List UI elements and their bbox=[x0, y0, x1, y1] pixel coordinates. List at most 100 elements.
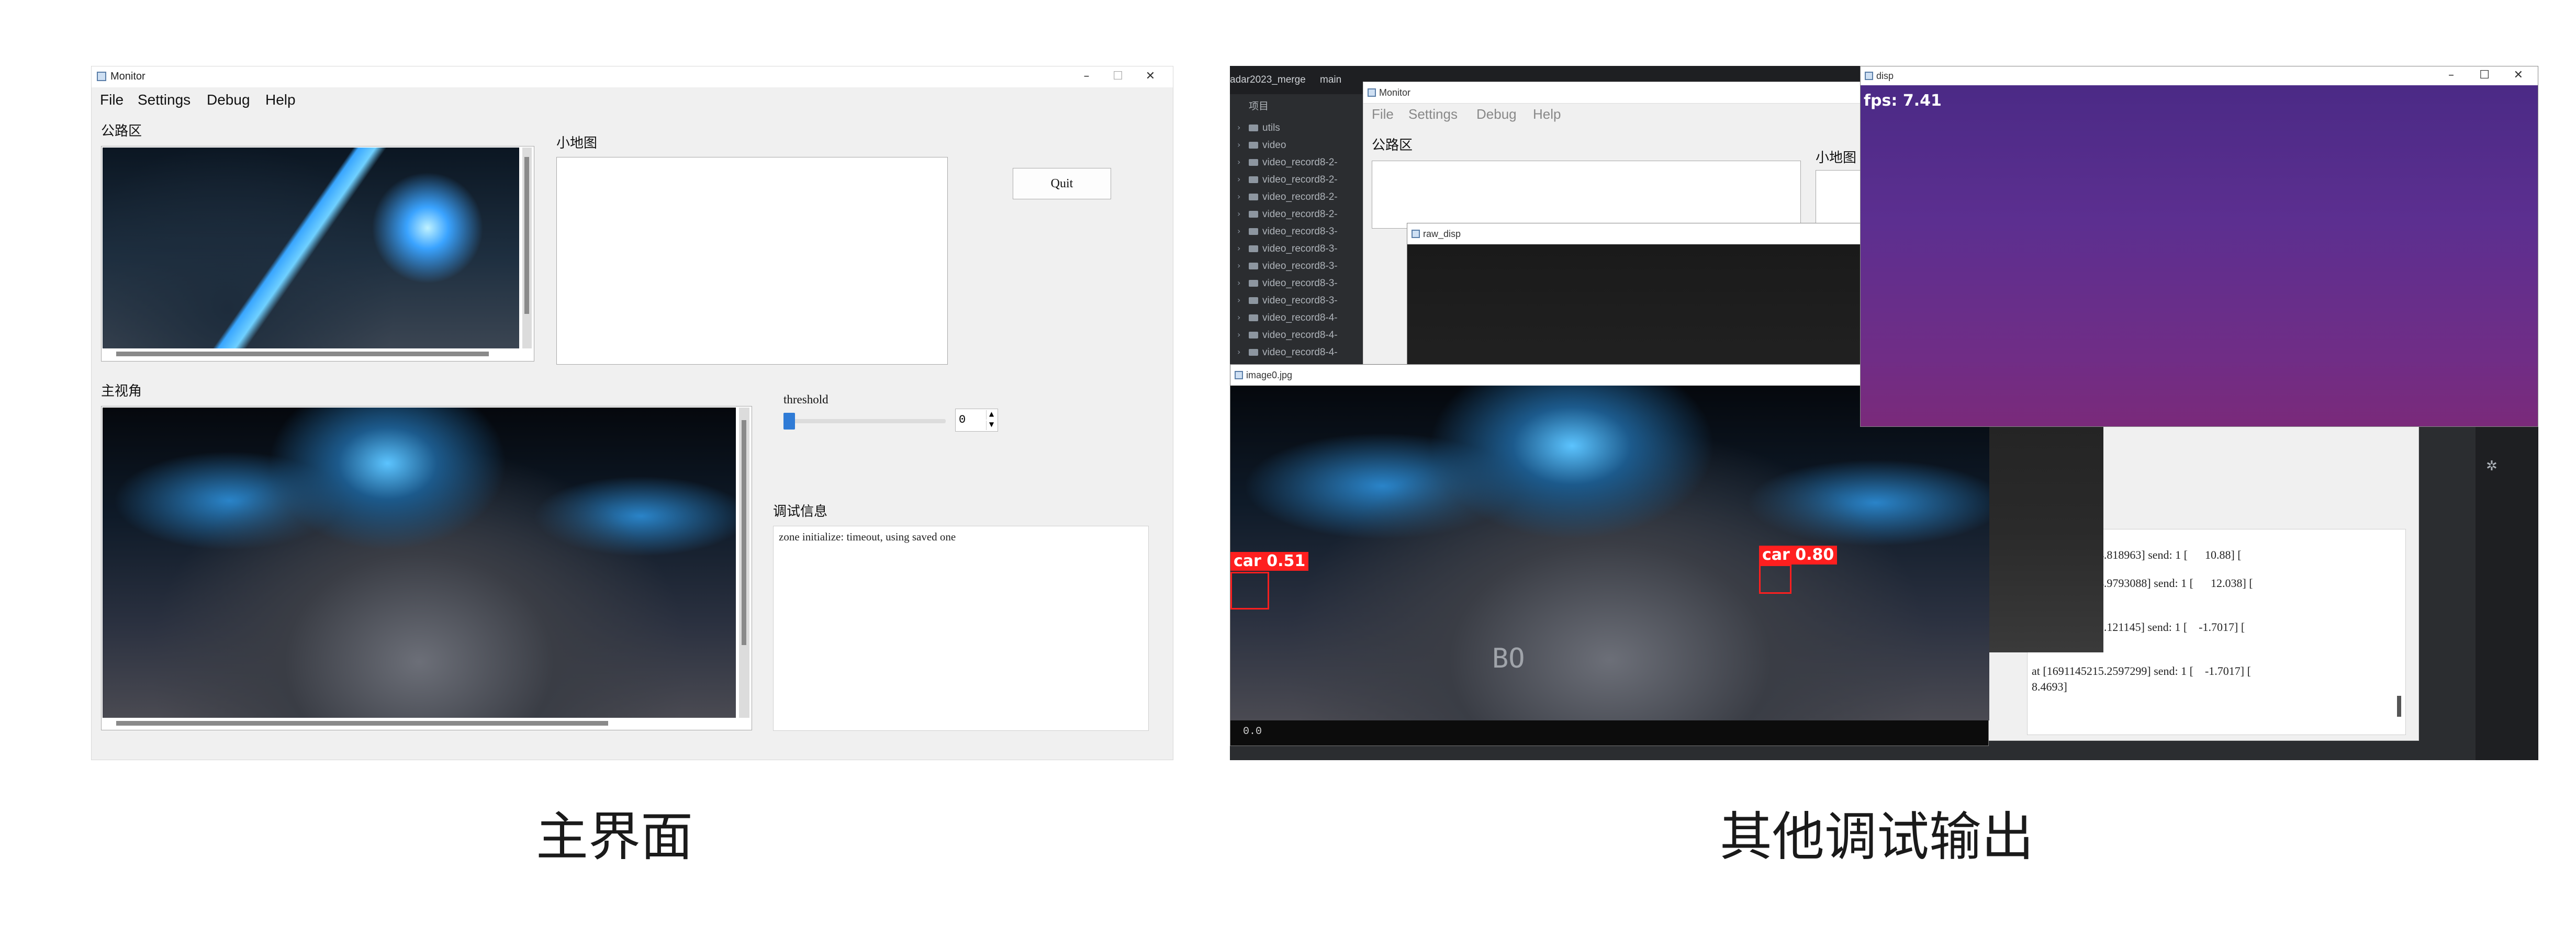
app-icon bbox=[1865, 72, 1873, 80]
tree-item[interactable]: › video_record8-3- bbox=[1237, 243, 1338, 260]
debug-output-composite: adar2023_merge main 项目 › utils › video › vide… bbox=[1230, 66, 2538, 760]
chevron-right-icon[interactable]: › bbox=[1237, 295, 1240, 305]
app-icon bbox=[1368, 88, 1376, 97]
monitor-window: Monitor – ☐ ✕ File Settings Debug Help 公… bbox=[91, 66, 1173, 760]
log-scroll-thumb[interactable] bbox=[2397, 696, 2401, 717]
main-view-label: 主视角 bbox=[101, 383, 142, 399]
tree-item[interactable]: › video bbox=[1237, 140, 1286, 156]
disp-title-bar: disp – ☐ ✕ bbox=[1861, 66, 2538, 86]
window-title: Monitor bbox=[110, 71, 145, 82]
minimap-label: 小地图 bbox=[1816, 150, 1857, 166]
tree-item-label: video_record8-3- bbox=[1262, 295, 1338, 306]
road-vscroll-thumb[interactable] bbox=[524, 157, 529, 314]
folder-icon bbox=[1249, 314, 1258, 322]
tree-item[interactable]: › video_record8-3- bbox=[1237, 226, 1338, 243]
det-score: 0.51 bbox=[1267, 552, 1306, 570]
road-area-label: 公路区 bbox=[101, 123, 142, 139]
tree-item[interactable]: › video_record8-4- bbox=[1237, 330, 1338, 346]
close-button[interactable]: ✕ bbox=[1143, 69, 1158, 84]
tree-item-label: video_record8-2- bbox=[1262, 157, 1338, 168]
tree-item[interactable]: › video_record8-4- bbox=[1237, 312, 1338, 329]
folder-icon bbox=[1249, 176, 1258, 184]
maximize-button[interactable]: ☐ bbox=[1110, 69, 1126, 84]
menu-debug[interactable]: Debug bbox=[207, 92, 250, 108]
maximize-button[interactable]: ☐ bbox=[2479, 69, 2490, 82]
menu-settings[interactable]: Settings bbox=[1408, 106, 1458, 122]
main-vertical-scrollbar[interactable] bbox=[739, 408, 749, 718]
minimap-label: 小地图 bbox=[556, 136, 598, 151]
tree-item[interactable]: › video_record8-2- bbox=[1237, 191, 1338, 208]
folder-icon bbox=[1249, 142, 1258, 149]
menu-debug[interactable]: Debug bbox=[1476, 106, 1517, 122]
close-button[interactable]: ✕ bbox=[2514, 69, 2523, 82]
chevron-right-icon[interactable]: › bbox=[1237, 226, 1240, 236]
threshold-spinbox[interactable]: 0 ▲ ▼ bbox=[955, 409, 998, 432]
road-hscroll-thumb[interactable] bbox=[116, 352, 489, 356]
quit-button[interactable]: Quit bbox=[1013, 168, 1111, 199]
debug-log-text: zone initialize: timeout, using saved on… bbox=[779, 530, 956, 543]
chevron-right-icon[interactable]: › bbox=[1237, 330, 1240, 340]
minimize-button[interactable]: – bbox=[1079, 69, 1094, 84]
folder-icon bbox=[1249, 297, 1258, 304]
folder-icon bbox=[1249, 280, 1258, 287]
folder-icon bbox=[1249, 228, 1258, 235]
chevron-right-icon[interactable]: › bbox=[1237, 312, 1240, 322]
log-line: at [1691145215.2597299] send: 1 [ -1.701… bbox=[2032, 664, 2251, 678]
det-class: car bbox=[1234, 552, 1261, 570]
tree-item[interactable]: › video_record8-2- bbox=[1237, 157, 1338, 174]
menu-file[interactable]: File bbox=[100, 92, 124, 108]
chevron-right-icon[interactable]: › bbox=[1237, 278, 1240, 288]
road-vertical-scrollbar[interactable] bbox=[522, 148, 532, 348]
gear-icon[interactable]: ✲ bbox=[2486, 458, 2497, 474]
tree-item[interactable]: › video_record8-4- bbox=[1237, 347, 1338, 364]
tree-item-label: video_record8-4- bbox=[1262, 330, 1338, 341]
ide-view-label[interactable]: 项目 bbox=[1249, 98, 1269, 112]
folder-icon bbox=[1249, 263, 1258, 270]
debug-info-label: 调试信息 bbox=[773, 504, 828, 520]
disparity-image bbox=[1861, 85, 2538, 426]
tree-item[interactable]: › utils bbox=[1237, 122, 1280, 139]
road-camera-image bbox=[103, 148, 519, 348]
minimize-button[interactable]: – bbox=[2448, 69, 2454, 82]
ide-project-name: adar2023_merge bbox=[1230, 74, 1306, 85]
tree-item[interactable]: › video_record8-2- bbox=[1237, 174, 1338, 191]
tree-item[interactable]: › video_record8-3- bbox=[1237, 295, 1338, 312]
chevron-right-icon[interactable]: › bbox=[1237, 347, 1240, 357]
threshold-slider-handle[interactable] bbox=[783, 413, 795, 430]
caption-main-interface: 主界面 bbox=[536, 806, 693, 867]
chevron-right-icon[interactable]: › bbox=[1237, 209, 1240, 219]
main-hscroll-thumb[interactable] bbox=[116, 721, 608, 726]
chevron-right-icon[interactable]: › bbox=[1237, 122, 1240, 132]
menu-settings[interactable]: Settings bbox=[138, 92, 191, 108]
chevron-right-icon[interactable]: › bbox=[1237, 174, 1240, 184]
spin-up-icon[interactable]: ▲ bbox=[986, 410, 996, 420]
tree-item[interactable]: › video_record8-3- bbox=[1237, 261, 1338, 277]
menu-help[interactable]: Help bbox=[1533, 106, 1561, 122]
main-vscroll-thumb[interactable] bbox=[742, 420, 746, 645]
folder-icon bbox=[1249, 194, 1258, 201]
disp-title: disp bbox=[1876, 71, 1894, 81]
folder-icon bbox=[1249, 211, 1258, 218]
detection-box bbox=[1759, 565, 1791, 594]
tree-item-label: video_record8-2- bbox=[1262, 209, 1338, 220]
menu-file[interactable]: File bbox=[1372, 106, 1394, 122]
menu-help[interactable]: Help bbox=[265, 92, 296, 108]
chevron-right-icon[interactable]: › bbox=[1237, 140, 1240, 150]
chevron-right-icon[interactable]: › bbox=[1237, 157, 1240, 167]
chevron-right-icon[interactable]: › bbox=[1237, 243, 1240, 253]
debug-log[interactable]: zone initialize: timeout, using saved on… bbox=[773, 526, 1149, 731]
tree-item-label: video_record8-3- bbox=[1262, 278, 1338, 289]
tree-item-label: video_record8-3- bbox=[1262, 226, 1338, 237]
raw-disp-title: raw_disp bbox=[1423, 229, 1461, 239]
tree-item[interactable]: › video_record8-2- bbox=[1237, 209, 1338, 225]
tree-item[interactable]: › video_record8-3- bbox=[1237, 278, 1338, 295]
monitor-bg-title: Monitor bbox=[1379, 87, 1411, 98]
tree-item-label: video_record8-3- bbox=[1262, 261, 1338, 272]
log-line: 8.4693] bbox=[2032, 680, 2067, 693]
threshold-slider[interactable] bbox=[783, 413, 946, 430]
spin-down-icon[interactable]: ▼ bbox=[986, 421, 996, 430]
chevron-right-icon[interactable]: › bbox=[1237, 191, 1240, 201]
chevron-right-icon[interactable]: › bbox=[1237, 261, 1240, 270]
threshold-label: threshold bbox=[783, 393, 828, 406]
road-area-view bbox=[1372, 161, 1801, 229]
